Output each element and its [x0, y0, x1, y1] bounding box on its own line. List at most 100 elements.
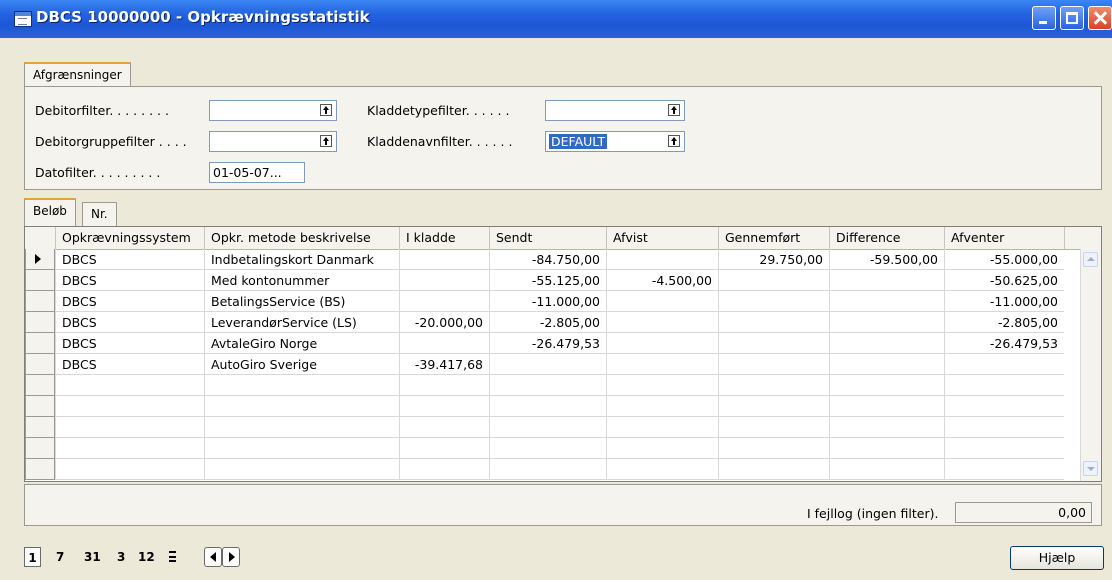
title-bar[interactable]: DBCS 10000000 - Opkrævningsstatistik [0, 0, 1112, 38]
table-cell[interactable] [606, 396, 718, 417]
scroll-up-icon[interactable] [1083, 252, 1098, 267]
table-cell[interactable] [606, 333, 718, 354]
debitor-filter-field[interactable] [209, 100, 337, 121]
row-selector[interactable] [25, 417, 55, 438]
table-cell[interactable] [55, 438, 204, 459]
table-cell[interactable] [718, 291, 829, 312]
vertical-scrollbar[interactable] [1080, 249, 1101, 481]
table-cell[interactable]: -59.500,00 [829, 249, 944, 270]
table-cell[interactable] [204, 459, 399, 480]
tab-beloeb[interactable]: Beløb [24, 198, 76, 227]
table-row[interactable]: DBCS Med kontonummer -55.125,00 -4.500,00 -5… [25, 270, 1083, 291]
table-cell[interactable] [829, 375, 944, 396]
period-week[interactable]: 7 [56, 547, 64, 567]
row-selector[interactable] [25, 312, 55, 333]
table-cell[interactable] [606, 354, 718, 375]
table-cell[interactable] [399, 375, 489, 396]
table-cell[interactable] [718, 270, 829, 291]
period-day[interactable]: 1 [24, 547, 41, 567]
lookup-icon[interactable] [320, 104, 332, 116]
table-cell[interactable]: DBCS [55, 354, 204, 375]
table-cell[interactable] [204, 396, 399, 417]
table-cell[interactable] [718, 312, 829, 333]
row-selector[interactable] [25, 270, 55, 291]
column-header[interactable]: Opkr. metode beskrivelse [204, 227, 399, 249]
table-cell[interactable]: 29.750,00 [718, 249, 829, 270]
table-cell[interactable] [55, 396, 204, 417]
table-cell[interactable]: BetalingsService (BS) [204, 291, 399, 312]
table-cell[interactable]: -55.125,00 [489, 270, 606, 291]
table-row[interactable] [25, 459, 1083, 480]
period-quarter[interactable]: 3 [117, 547, 125, 567]
help-button[interactable]: Hjælp [1010, 546, 1104, 570]
table-cell[interactable] [399, 249, 489, 270]
table-cell[interactable] [489, 417, 606, 438]
table-cell[interactable]: -39.417,68 [399, 354, 489, 375]
table-cell[interactable] [489, 354, 606, 375]
table-cell[interactable] [606, 375, 718, 396]
row-selector[interactable] [25, 396, 55, 417]
kladdenavn-filter-field[interactable]: DEFAULT [545, 131, 685, 152]
table-cell[interactable] [55, 459, 204, 480]
table-cell[interactable] [606, 312, 718, 333]
table-cell[interactable] [55, 375, 204, 396]
table-cell[interactable] [399, 291, 489, 312]
table-row[interactable] [25, 375, 1083, 396]
table-cell[interactable] [829, 270, 944, 291]
table-cell[interactable]: DBCS [55, 249, 204, 270]
table-row[interactable] [25, 417, 1083, 438]
table-row[interactable]: DBCS AvtaleGiro Norge -26.479,53 -26.479,53 [25, 333, 1083, 354]
table-cell[interactable]: -11.000,00 [489, 291, 606, 312]
kladdetype-filter-field[interactable] [545, 100, 685, 121]
table-cell[interactable] [718, 417, 829, 438]
table-cell[interactable] [944, 438, 1064, 459]
table-cell[interactable] [489, 375, 606, 396]
table-cell[interactable]: -11.000,00 [944, 291, 1064, 312]
table-cell[interactable] [204, 438, 399, 459]
table-row[interactable]: DBCS Indbetalingskort Danmark -84.750,00 29… [25, 249, 1083, 270]
table-cell[interactable] [944, 396, 1064, 417]
table-cell[interactable] [489, 438, 606, 459]
minimize-icon[interactable] [1032, 6, 1056, 30]
row-pointer-icon[interactable] [25, 249, 55, 270]
table-cell[interactable] [55, 417, 204, 438]
period-month[interactable]: 31 [84, 547, 101, 567]
debitorgruppe-filter-field[interactable] [209, 131, 337, 152]
next-icon[interactable] [222, 547, 240, 567]
table-cell[interactable] [606, 249, 718, 270]
table-row[interactable]: DBCS LeverandørService (LS) -20.000,00 -2.8… [25, 312, 1083, 333]
table-row[interactable] [25, 396, 1083, 417]
table-cell[interactable] [606, 459, 718, 480]
table-cell[interactable]: AutoGiro Sverige [204, 354, 399, 375]
column-header[interactable]: Gennemført [718, 227, 829, 249]
table-cell[interactable]: DBCS [55, 312, 204, 333]
period-list-icon[interactable] [169, 551, 176, 562]
table-row[interactable] [25, 438, 1083, 459]
table-cell[interactable]: DBCS [55, 270, 204, 291]
lookup-icon[interactable] [320, 135, 332, 147]
table-cell[interactable] [399, 396, 489, 417]
table-cell[interactable]: -4.500,00 [606, 270, 718, 291]
close-icon[interactable] [1088, 6, 1112, 30]
table-cell[interactable] [606, 438, 718, 459]
column-header[interactable]: I kladde [399, 227, 489, 249]
scroll-down-icon[interactable] [1083, 461, 1098, 476]
previous-icon[interactable] [204, 547, 222, 567]
table-cell[interactable]: -50.625,00 [944, 270, 1064, 291]
table-cell[interactable] [204, 417, 399, 438]
table-cell[interactable] [204, 375, 399, 396]
table-cell[interactable] [944, 354, 1064, 375]
table-cell[interactable] [944, 417, 1064, 438]
table-cell[interactable]: -2.805,00 [944, 312, 1064, 333]
table-cell[interactable]: Med kontonummer [204, 270, 399, 291]
table-cell[interactable] [399, 333, 489, 354]
table-cell[interactable]: -26.479,53 [489, 333, 606, 354]
table-cell[interactable] [829, 312, 944, 333]
table-cell[interactable] [718, 459, 829, 480]
table-cell[interactable] [718, 333, 829, 354]
table-cell[interactable]: DBCS [55, 333, 204, 354]
table-cell[interactable]: LeverandørService (LS) [204, 312, 399, 333]
table-cell[interactable] [399, 417, 489, 438]
table-cell[interactable] [944, 459, 1064, 480]
row-selector[interactable] [25, 333, 55, 354]
